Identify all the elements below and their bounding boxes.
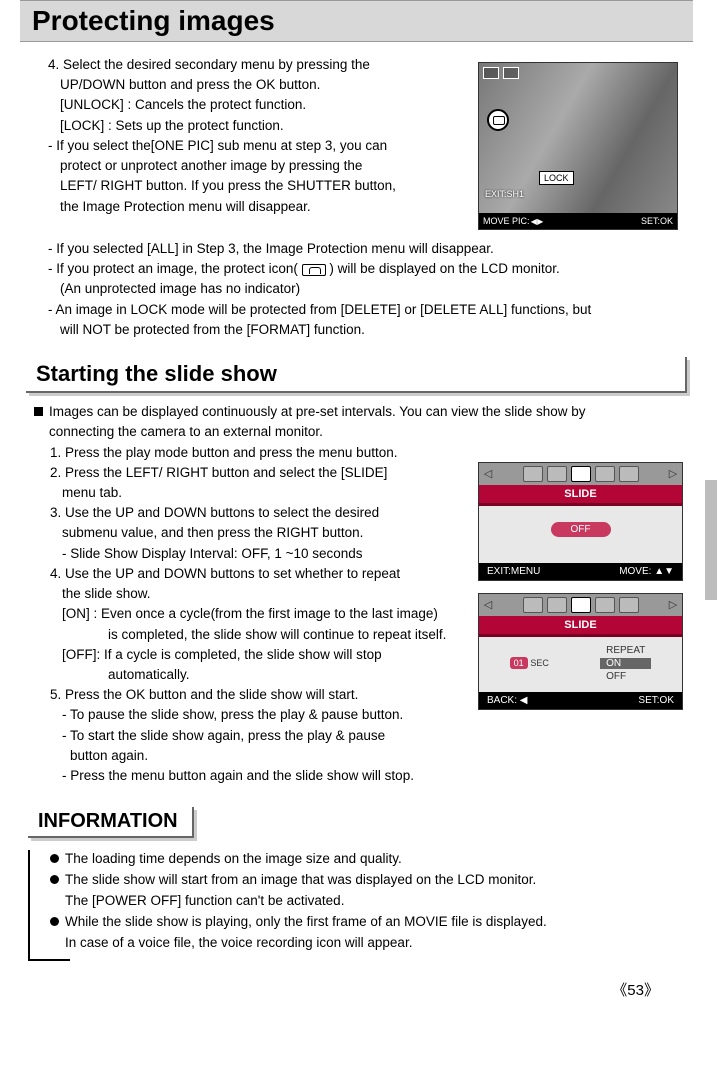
tab-icon <box>523 466 543 482</box>
text: (An unprotected image has no indicator) <box>48 280 683 298</box>
arrow-left-icon: ◁ <box>483 598 493 611</box>
info-item: The loading time depends on the image si… <box>50 850 675 869</box>
status-icons <box>483 67 519 79</box>
text: connecting the camera to an external mon… <box>34 423 683 441</box>
tab-icon <box>619 597 639 613</box>
back-label: BACK: ◀ <box>487 695 527 706</box>
lcd-footer: MOVE PIC: ◀ ▶ SET:OK <box>479 213 677 229</box>
arrow-left-icon: ◁ <box>483 467 493 480</box>
protect-instructions: 4. Select the desired secondary menu by … <box>20 56 468 240</box>
text: protect or unprotect another image by pr… <box>48 157 458 175</box>
text: [UNLOCK] : Cancels the protect function. <box>48 96 458 114</box>
repeat-options: REPEAT ON OFF <box>600 645 651 682</box>
text: submenu value, and then press the RIGHT … <box>50 524 458 542</box>
tab-icon-slide <box>571 466 591 482</box>
text: 1. Press the play mode button and press … <box>50 444 458 462</box>
tab-icon-slide <box>571 597 591 613</box>
menu-title: SLIDE <box>479 616 682 637</box>
text: - Slide Show Display Interval: OFF, 1 ~1… <box>50 545 458 563</box>
updown-icon: ▲▼ <box>651 566 674 577</box>
text: LEFT/ RIGHT button. If you press the SHU… <box>48 177 458 195</box>
slide-steps: 1. Press the play mode button and press … <box>20 444 468 788</box>
arrow-right-icon: ▷ <box>668 467 678 480</box>
text: 4. Select the desired secondary menu by … <box>48 56 458 74</box>
interval-value: 01 SEC <box>510 658 549 669</box>
exit-label: EXIT:SH1 <box>485 189 524 199</box>
exit-menu-label: EXIT:MENU <box>487 566 540 577</box>
lcd-protect-preview: LOCK EXIT:SH1 MOVE PIC: ◀ ▶ SET:OK <box>478 62 678 230</box>
text: automatically. <box>50 666 458 684</box>
text: - Press the menu button again and the sl… <box>50 767 458 785</box>
tab-icon <box>595 597 615 613</box>
page-title: Protecting images <box>20 0 693 42</box>
tab-icon <box>547 597 567 613</box>
lock-label: LOCK <box>539 171 574 185</box>
text: 3. Use the UP and DOWN buttons to select… <box>50 504 458 522</box>
text: 2. Press the LEFT/ RIGHT button and sele… <box>50 464 458 482</box>
text: will NOT be protected from the [FORMAT] … <box>48 321 683 339</box>
repeat-off: OFF <box>600 671 651 682</box>
text: UP/DOWN button and press the OK button. <box>48 76 458 94</box>
text: [OFF]: If a cycle is completed, the slid… <box>50 646 458 664</box>
info-item: While the slide show is playing, only th… <box>50 913 675 932</box>
lock-icon <box>487 109 509 131</box>
text: the slide show. <box>50 585 458 603</box>
arrow-right-icon: ▷ <box>668 598 678 611</box>
text: - If you protect an image, the protect i… <box>48 260 683 278</box>
text: In case of a voice file, the voice recor… <box>50 934 675 953</box>
protect-instructions-cont: - If you selected [ALL] in Step 3, the I… <box>20 240 693 339</box>
set-ok-label: SET:OK <box>641 216 673 226</box>
text: [ON] : Even once a cycle(from the first … <box>50 605 458 623</box>
tab-icon <box>619 466 639 482</box>
arrow-left-icon: ◀ <box>517 695 527 706</box>
battery-icon <box>503 67 519 79</box>
text: - If you select the[ONE PIC] sub menu at… <box>48 137 458 155</box>
info-item: The slide show will start from an image … <box>50 871 675 890</box>
slide-value-off: OFF <box>551 522 611 537</box>
text: - To pause the slide show, press the pla… <box>50 706 458 724</box>
tab-icon <box>595 466 615 482</box>
play-mode-icon <box>483 67 499 79</box>
text: - To start the slide show again, press t… <box>50 727 458 745</box>
information-heading: INFORMATION <box>28 807 194 838</box>
left-right-icon: ◀ ▶ <box>530 217 543 226</box>
photo-preview: LOCK EXIT:SH1 <box>479 63 677 213</box>
text: [LOCK] : Sets up the protect function. <box>48 117 458 135</box>
menu-footer: BACK: ◀ SET:OK <box>479 692 682 709</box>
menu-tabs: ◁ ▷ <box>479 594 682 616</box>
text: The [POWER OFF] function can't be activa… <box>50 892 675 911</box>
repeat-label: REPEAT <box>600 645 651 656</box>
text: the Image Protection menu will disappear… <box>48 198 458 216</box>
text: - An image in LOCK mode will be protecte… <box>48 301 683 319</box>
slide-intro: Images can be displayed continuously at … <box>20 403 693 441</box>
information-block: The loading time depends on the image si… <box>28 850 693 960</box>
tab-icon <box>547 466 567 482</box>
protect-icon <box>302 264 326 276</box>
menu-footer: EXIT:MENU MOVE: ▲▼ <box>479 563 682 580</box>
lcd-slide-menu-repeat: ◁ ▷ SLIDE 01 SEC <box>478 593 683 710</box>
section-heading-slide: Starting the slide show <box>26 357 687 393</box>
text: 5. Press the OK button and the slide sho… <box>50 686 458 704</box>
text: 4. Use the UP and DOWN buttons to set wh… <box>50 565 458 583</box>
text: menu tab. <box>50 484 458 502</box>
text: Images can be displayed continuously at … <box>34 403 683 421</box>
menu-tabs: ◁ ▷ <box>479 463 682 485</box>
lcd-slide-menu-off: ◁ ▷ SLIDE OFF <box>478 462 683 581</box>
repeat-on: ON <box>600 658 651 669</box>
side-tab <box>705 480 717 600</box>
text: button again. <box>50 747 458 765</box>
menu-title: SLIDE <box>479 485 682 506</box>
tab-icon <box>523 597 543 613</box>
text: is completed, the slide show will contin… <box>50 626 458 644</box>
set-ok-label: SET:OK <box>638 695 674 706</box>
move-pic-label: MOVE PIC: ◀ ▶ <box>483 216 542 226</box>
text: - If you selected [ALL] in Step 3, the I… <box>48 240 683 258</box>
page-number: 《53》 <box>20 979 693 1000</box>
move-label: MOVE: ▲▼ <box>619 566 674 577</box>
